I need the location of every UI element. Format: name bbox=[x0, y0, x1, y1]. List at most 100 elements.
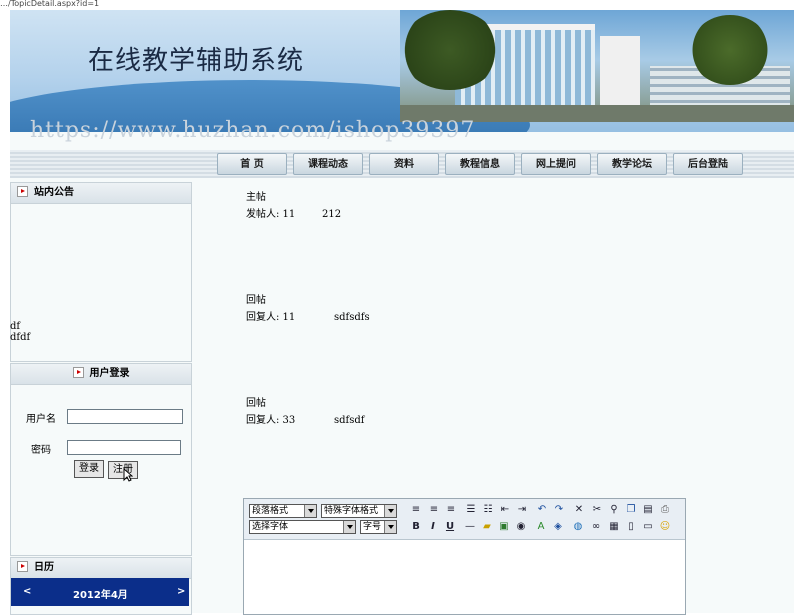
building-image-2 bbox=[600, 36, 640, 116]
calendar-panel: 日历 < 2012年4月 > bbox=[10, 557, 192, 615]
post-meta: 回复人: 33 sdfsdf bbox=[246, 415, 364, 427]
mouse-cursor-icon bbox=[123, 468, 133, 482]
calendar-month: 2012年4月 bbox=[73, 590, 128, 601]
post-item: 主帖 发帖人: 11 212 bbox=[246, 192, 341, 221]
image-icon[interactable]: ▣ bbox=[497, 520, 511, 534]
font-size-value: 字号 bbox=[363, 522, 382, 532]
chevron-down-icon bbox=[384, 505, 396, 517]
post-author: 回复人: 33 bbox=[246, 415, 296, 426]
hr-icon[interactable]: — bbox=[463, 520, 477, 534]
login-header: 用户登录 bbox=[11, 364, 191, 385]
nav-materials[interactable]: 资料 bbox=[369, 153, 439, 175]
calendar-title: 日历 bbox=[34, 562, 54, 573]
address-bar[interactable]: …/TopicDetail.aspx?id=1 bbox=[0, 0, 802, 8]
special-format-value: 特殊字体格式 bbox=[324, 506, 379, 516]
paragraph-format-value: 段落格式 bbox=[252, 506, 289, 516]
highlight-icon[interactable]: ◈ bbox=[551, 520, 565, 534]
numbered-list-icon[interactable]: ☷ bbox=[481, 503, 495, 517]
paste-icon[interactable]: ▤ bbox=[641, 503, 655, 517]
font-color-icon[interactable]: A bbox=[534, 520, 548, 534]
post-type: 回帖 bbox=[246, 398, 266, 409]
password-label: 密码 bbox=[31, 445, 51, 456]
nav-questions[interactable]: 网上提问 bbox=[521, 153, 591, 175]
cut-icon[interactable]: ✂ bbox=[590, 503, 604, 517]
font-size-select[interactable]: 字号 bbox=[360, 520, 397, 534]
rich-text-editor: 段落格式 特殊字体格式 选择字体 字号 ≡ ≡ ≡ ☰ ☷ ⇤ ⇥ ↶ ↷ ✕ … bbox=[243, 498, 686, 615]
notice-item[interactable]: dfdf bbox=[10, 332, 30, 343]
chevron-down-icon bbox=[384, 521, 396, 533]
globe-icon[interactable]: ◍ bbox=[571, 520, 585, 534]
login-title: 用户登录 bbox=[89, 368, 130, 379]
nav-home[interactable]: 首 页 bbox=[217, 153, 287, 175]
post-content: 212 bbox=[322, 209, 342, 220]
underline-icon[interactable]: U bbox=[443, 520, 457, 534]
post-meta: 发帖人: 11 212 bbox=[246, 209, 341, 221]
username-label: 用户名 bbox=[26, 414, 56, 425]
post-type: 主帖 bbox=[246, 192, 266, 203]
notice-header: 站内公告 bbox=[11, 183, 191, 204]
chevron-down-icon bbox=[304, 505, 316, 517]
date-icon[interactable]: ▭ bbox=[641, 520, 655, 534]
post-content: sdfsdfs bbox=[334, 312, 370, 323]
italic-icon[interactable]: I bbox=[426, 520, 440, 534]
font-select[interactable]: 选择字体 bbox=[249, 520, 356, 534]
calendar-month-bar: < 2012年4月 > bbox=[11, 578, 189, 606]
tree-image bbox=[400, 10, 500, 90]
copy-icon[interactable]: ❐ bbox=[624, 503, 638, 517]
print-icon[interactable]: ⎙ bbox=[658, 503, 672, 517]
arrow-icon bbox=[17, 560, 28, 572]
editor-content-area[interactable] bbox=[244, 540, 685, 614]
nav-admin-login[interactable]: 后台登陆 bbox=[673, 153, 743, 175]
calendar-next[interactable]: > bbox=[177, 586, 185, 597]
media-icon[interactable]: ◉ bbox=[514, 520, 528, 534]
special-format-select[interactable]: 特殊字体格式 bbox=[321, 504, 397, 518]
nav-course-news[interactable]: 课程动态 bbox=[293, 153, 363, 175]
paragraph-format-select[interactable]: 段落格式 bbox=[249, 504, 317, 518]
nav-tutorials[interactable]: 教程信息 bbox=[445, 153, 515, 175]
emoticon-icon[interactable]: ☺ bbox=[658, 520, 672, 534]
undo-icon[interactable]: ↶ bbox=[535, 503, 549, 517]
post-author: 发帖人: 11 bbox=[246, 209, 296, 220]
post-content: sdfsdf bbox=[334, 415, 365, 426]
address-text: …/TopicDetail.aspx?id=1 bbox=[0, 0, 100, 8]
notice-panel: 站内公告 df dfdf bbox=[10, 182, 192, 362]
campus-photo bbox=[400, 10, 794, 122]
bullet-list-icon[interactable]: ☰ bbox=[464, 503, 478, 517]
calendar-prev[interactable]: < bbox=[23, 586, 31, 597]
login-button[interactable]: 登录 bbox=[74, 460, 104, 478]
nav-forum[interactable]: 教学论坛 bbox=[597, 153, 667, 175]
reply-item: 回帖 回复人: 33 sdfsdf bbox=[246, 398, 364, 427]
editor-toolbar: 段落格式 特殊字体格式 选择字体 字号 ≡ ≡ ≡ ☰ ☷ ⇤ ⇥ ↶ ↷ ✕ … bbox=[244, 499, 685, 540]
form-icon[interactable]: ▯ bbox=[624, 520, 638, 534]
post-author: 回复人: 11 bbox=[246, 312, 296, 323]
indent-icon[interactable]: ⇥ bbox=[515, 503, 529, 517]
banner: 在线教学辅助系统 bbox=[10, 10, 794, 132]
tree-image-2 bbox=[690, 15, 770, 85]
table-icon[interactable]: ▦ bbox=[607, 520, 621, 534]
outdent-icon[interactable]: ⇤ bbox=[498, 503, 512, 517]
username-input[interactable] bbox=[67, 409, 183, 424]
arrow-icon bbox=[72, 366, 84, 378]
align-right-icon[interactable]: ≡ bbox=[444, 503, 458, 517]
main-nav: 首 页 课程动态 资料 教程信息 网上提问 教学论坛 后台登陆 bbox=[217, 153, 743, 175]
link-icon[interactable]: ∞ bbox=[589, 520, 603, 534]
post-type: 回帖 bbox=[246, 295, 266, 306]
font-select-value: 选择字体 bbox=[252, 522, 289, 532]
chevron-down-icon bbox=[343, 521, 355, 533]
reply-item: 回帖 回复人: 11 sdfsdfs bbox=[246, 295, 370, 324]
arrow-icon bbox=[17, 185, 28, 197]
site-title: 在线教学辅助系统 bbox=[88, 46, 305, 76]
bold-icon[interactable]: B bbox=[409, 520, 423, 534]
align-left-icon[interactable]: ≡ bbox=[409, 503, 423, 517]
folder-icon[interactable]: ▰ bbox=[480, 520, 494, 534]
notice-title: 站内公告 bbox=[34, 187, 74, 198]
notice-list: df dfdf bbox=[10, 321, 30, 343]
delete-icon[interactable]: ✕ bbox=[572, 503, 586, 517]
notice-item[interactable]: df bbox=[10, 321, 30, 332]
watermark: https://www.huzhan.com/ishop39397 bbox=[30, 118, 476, 143]
find-icon[interactable]: ⚲ bbox=[607, 503, 621, 517]
password-input[interactable] bbox=[67, 440, 181, 455]
align-center-icon[interactable]: ≡ bbox=[427, 503, 441, 517]
redo-icon[interactable]: ↷ bbox=[552, 503, 566, 517]
login-panel: 用户登录 用户名 密码 登录 注册 bbox=[10, 363, 192, 556]
